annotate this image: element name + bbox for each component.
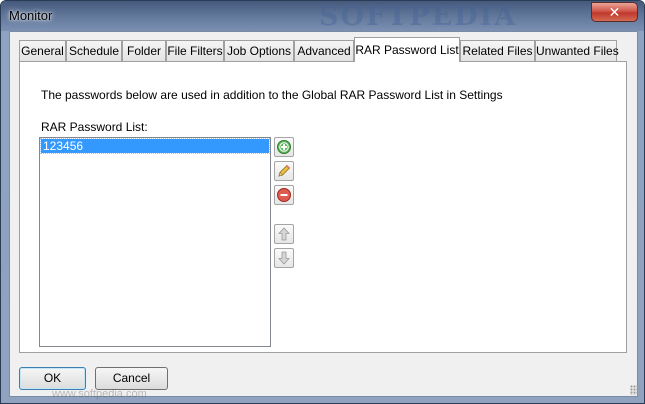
tab-advanced[interactable]: Advanced [294, 40, 354, 61]
arrow-up-icon [278, 227, 290, 241]
move-up-button[interactable] [274, 224, 294, 244]
tab-job-options[interactable]: Job Options [224, 40, 294, 61]
edit-password-button[interactable] [274, 161, 294, 181]
tab-unwanted-files[interactable]: Unwanted Files [535, 40, 619, 61]
move-down-button[interactable] [274, 248, 294, 268]
tab-folder[interactable]: Folder [122, 40, 166, 61]
add-icon [277, 140, 291, 154]
cancel-button[interactable]: Cancel [95, 367, 168, 390]
dialog-client-area: General Schedule Folder File Filters Job… [9, 31, 640, 400]
footer-watermark: www.softpedia.com [52, 388, 147, 400]
arrow-down-icon [278, 251, 290, 265]
title-bar[interactable]: Monitor SOFTPEDIA ✕ [1, 1, 644, 32]
ok-button[interactable]: OK [19, 367, 86, 390]
tab-file-filters[interactable]: File Filters [166, 40, 224, 61]
close-button[interactable]: ✕ [591, 2, 638, 22]
remove-password-button[interactable] [274, 185, 294, 205]
softpedia-watermark: SOFTPEDIA [319, 1, 518, 32]
window-title: Monitor [9, 8, 53, 23]
password-listbox[interactable]: 123456 [39, 137, 271, 347]
tab-general[interactable]: General [19, 40, 66, 61]
close-icon: ✕ [608, 4, 621, 20]
tab-related-files[interactable]: Related Files [460, 40, 535, 61]
tab-schedule[interactable]: Schedule [66, 40, 122, 61]
list-item[interactable]: 123456 [40, 138, 270, 154]
tab-strip: General Schedule Folder File Filters Job… [19, 37, 629, 62]
password-list-label: RAR Password List: [41, 120, 148, 134]
resize-grip[interactable] [630, 385, 640, 395]
remove-icon [277, 188, 291, 202]
info-text: The passwords below are used in addition… [41, 88, 503, 102]
tab-rar-password-list[interactable]: RAR Password List [354, 37, 460, 62]
add-password-button[interactable] [274, 137, 294, 157]
rar-password-panel: The passwords below are used in addition… [19, 61, 627, 353]
pencil-icon [278, 164, 291, 177]
monitor-window: Monitor SOFTPEDIA ✕ General Schedule Fol… [0, 0, 645, 404]
